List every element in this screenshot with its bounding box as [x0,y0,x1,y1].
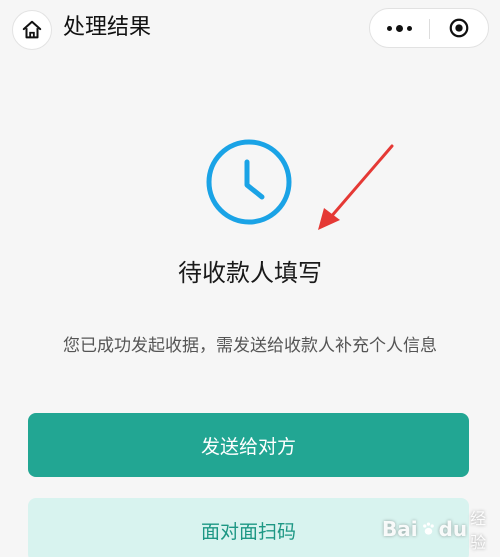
target-close-icon [449,18,469,38]
mini-program-capsule [369,8,489,48]
page-title: 处理结果 [63,15,152,40]
navigation-bar: 处理结果 [0,0,500,56]
watermark-sub: 经验 [470,509,487,552]
clock-icon [206,139,292,225]
status-title: 待收款人填写 [178,259,322,287]
send-button-label: 发送给对方 [200,435,296,458]
scan-button-label: 面对面扫码 [200,520,296,543]
more-button[interactable] [370,9,429,47]
watermark-brand-right: du [438,517,468,541]
status-description: 您已成功发起收据，需发送给收款人补充个人信息 [63,336,437,356]
watermark-brand-left: Bai [382,517,418,541]
home-button[interactable] [12,10,52,50]
close-button[interactable] [430,9,488,47]
more-dots-icon [385,24,414,32]
baidu-watermark: Bai du 经验 [382,509,494,552]
annotation-arrow-icon [318,144,394,230]
home-icon [22,20,42,39]
baidu-paw-icon [422,522,434,535]
page: 处理结果 待收款人填写 您已成功发起收据，需发送给收款人补充个人信息 发送给对方… [0,0,500,557]
send-to-payee-button[interactable]: 发送给对方 [28,413,469,477]
